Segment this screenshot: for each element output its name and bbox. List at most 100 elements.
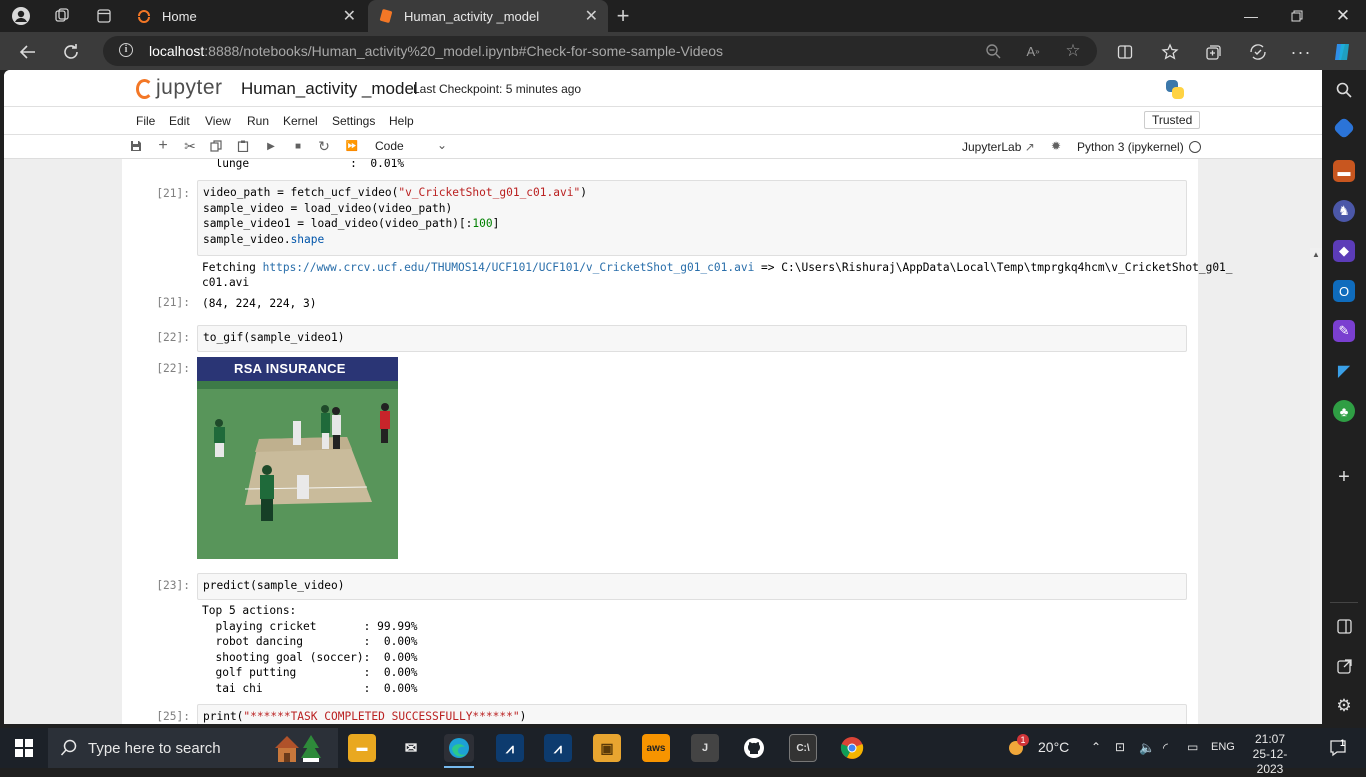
restore-icon[interactable]: [1274, 0, 1320, 32]
kernel-name[interactable]: Python 3 (ipykernel): [1077, 140, 1184, 154]
windows-start-icon[interactable]: [10, 734, 38, 762]
notifications-icon[interactable]: 1: [1324, 734, 1352, 762]
sidebar-drop-icon[interactable]: ◤: [1333, 360, 1355, 382]
menu-help[interactable]: Help: [389, 114, 414, 128]
show-hidden-icons-chevron-icon[interactable]: ⌃: [1091, 740, 1101, 754]
profile-icon[interactable]: [9, 4, 33, 28]
jupyter-logo-arc-icon: [136, 79, 153, 99]
trusted-badge[interactable]: Trusted: [1144, 111, 1201, 129]
close-tab-icon[interactable]: ✕: [585, 6, 598, 26]
aws-icon[interactable]: aws: [642, 734, 670, 762]
mail-icon[interactable]: ✉: [397, 734, 425, 762]
settings-gear-icon[interactable]: ✹: [1047, 137, 1065, 155]
notebook-title[interactable]: Human_activity _model: [241, 79, 418, 99]
tab-home[interactable]: Home ✕: [126, 0, 366, 32]
clock[interactable]: 21:07 25-12-2023: [1240, 732, 1300, 777]
jupyter-logo[interactable]: jupyter: [132, 75, 228, 103]
chrome-icon[interactable]: [838, 734, 866, 762]
minimize-icon[interactable]: —: [1228, 0, 1274, 32]
back-icon[interactable]: [15, 39, 41, 65]
menu-view[interactable]: View: [205, 114, 231, 128]
meet-now-icon[interactable]: ⊡: [1115, 740, 1125, 754]
scroll-up-icon[interactable]: ▲: [1312, 250, 1320, 259]
edge-browser-icon[interactable]: [444, 734, 474, 762]
jupyter-app-icon[interactable]: J: [691, 734, 719, 762]
cell-21-stdout: Fetching https://www.crcv.ucf.edu/THUMOS…: [202, 261, 1233, 274]
sidebar-tree-icon[interactable]: ♣: [1333, 400, 1355, 422]
sidebar-tools-icon[interactable]: ▬: [1333, 160, 1355, 182]
cell-type-select[interactable]: Code ⌄: [375, 138, 447, 153]
url-field[interactable]: i localhost:8888/notebooks/Human_activit…: [103, 36, 1097, 66]
volume-icon[interactable]: 🔈: [1139, 740, 1155, 756]
paste-icon[interactable]: [234, 137, 252, 155]
more-options-icon[interactable]: ···: [1288, 39, 1314, 65]
split-screen-icon[interactable]: [1112, 39, 1138, 65]
zoom-icon[interactable]: [983, 41, 1003, 61]
menu-run[interactable]: Run: [247, 114, 269, 128]
copilot-icon[interactable]: [1329, 39, 1355, 65]
code-cell-21-source: video_path = fetch_ucf_video("v_CricketS…: [203, 186, 587, 246]
favorite-star-icon[interactable]: ☆: [1063, 41, 1083, 61]
add-cell-icon[interactable]: +: [154, 137, 172, 155]
sidebar-designer-icon[interactable]: ✎: [1333, 320, 1355, 342]
network-wifi-icon[interactable]: ◜: [1163, 740, 1168, 756]
menu-edit[interactable]: Edit: [169, 114, 190, 128]
site-info-icon[interactable]: i: [119, 43, 133, 57]
copy-icon[interactable]: [207, 137, 225, 155]
save-icon[interactable]: [127, 137, 145, 155]
menu-file[interactable]: File: [136, 114, 155, 128]
restart-icon[interactable]: ↻: [315, 137, 333, 155]
workspaces-icon[interactable]: [50, 4, 74, 28]
github-icon[interactable]: [740, 734, 768, 762]
cell-prompt: [21]:: [156, 187, 190, 200]
collections-icon[interactable]: [1201, 39, 1227, 65]
app-graph-icon[interactable]: ⩘: [496, 734, 524, 762]
cut-icon[interactable]: ✂: [181, 137, 199, 155]
sidebar-outlook-icon[interactable]: O: [1333, 280, 1355, 302]
refresh-icon[interactable]: [58, 39, 84, 65]
code-cell-23[interactable]: predict(sample_video): [197, 573, 1187, 600]
cell-21-stdout-cont: c01.avi: [202, 276, 250, 289]
sidebar-shopping-icon[interactable]: [1332, 116, 1356, 140]
sidebar-settings-gear-icon[interactable]: ⚙: [1333, 695, 1355, 717]
checkpoint-status: Last Checkpoint: 5 minutes ago: [413, 82, 582, 96]
sidebar-open-window-icon[interactable]: [1333, 655, 1355, 677]
file-explorer-icon[interactable]: ▬: [348, 734, 376, 762]
stop-icon[interactable]: ■: [289, 137, 307, 155]
app-box-icon[interactable]: ▣: [593, 734, 621, 762]
terminal-icon[interactable]: C:\: [789, 734, 817, 762]
run-icon[interactable]: ▶: [262, 137, 280, 155]
taskbar-search[interactable]: Type here to search: [48, 728, 338, 768]
code-cell-21[interactable]: video_path = fetch_ucf_video("v_CricketS…: [197, 180, 1187, 256]
search-icon: [60, 739, 77, 756]
input-language[interactable]: ENG: [1211, 741, 1235, 753]
sidebar-games-icon[interactable]: ♞: [1333, 200, 1355, 222]
page-scrollbar[interactable]: ▲ ▼: [1310, 248, 1322, 724]
close-tab-icon[interactable]: ✕: [343, 6, 356, 26]
favorites-icon[interactable]: [1157, 39, 1183, 65]
code-cell-25[interactable]: print("******TASK COMPLETED SUCCESSFULLY…: [197, 704, 1187, 724]
browser-essentials-icon[interactable]: [1245, 39, 1271, 65]
external-link-icon: ↗: [1024, 140, 1035, 154]
weather-temp[interactable]: 20°C: [1038, 739, 1069, 755]
tab-notebook[interactable]: Human_activity _model ✕: [368, 0, 608, 32]
menu-settings[interactable]: Settings: [332, 114, 375, 128]
battery-icon[interactable]: ▭: [1187, 740, 1198, 754]
code-cell-22[interactable]: to_gif(sample_video1): [197, 325, 1187, 352]
read-aloud-icon[interactable]: A»: [1023, 41, 1043, 61]
close-window-icon[interactable]: ✕: [1320, 0, 1366, 32]
app-graph-icon-2[interactable]: ⩘: [544, 734, 572, 762]
sidebar-layout-icon[interactable]: [1333, 615, 1355, 637]
sidebar-search-icon[interactable]: [1333, 79, 1355, 101]
menu-kernel[interactable]: Kernel: [283, 114, 318, 128]
christmas-search-highlight-icon[interactable]: [273, 732, 325, 764]
weather-icon[interactable]: 1: [1003, 734, 1029, 760]
tab-actions-icon[interactable]: [92, 4, 116, 28]
new-tab-icon[interactable]: +: [611, 3, 635, 28]
jupyterlab-link[interactable]: JupyterLab ↗: [962, 140, 1035, 154]
fetch-url-link[interactable]: https://www.crcv.ucf.edu/THUMOS14/UCF101…: [263, 261, 755, 274]
sidebar-add-icon[interactable]: +: [1333, 466, 1355, 488]
sidebar-microsoft365-icon[interactable]: ◆: [1333, 240, 1355, 262]
browser-page: jupyter Human_activity _model Last Check…: [4, 70, 1322, 724]
restart-run-all-icon[interactable]: ⏩: [343, 137, 361, 155]
